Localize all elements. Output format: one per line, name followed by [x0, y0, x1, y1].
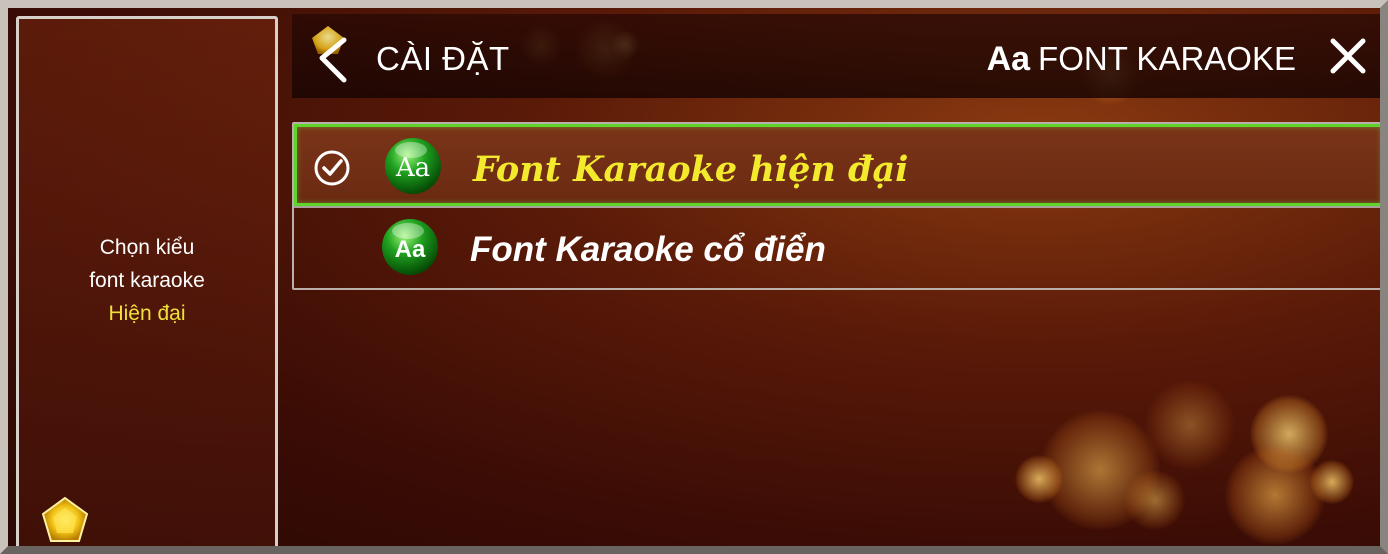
font-style-ball-icon: Aa: [382, 219, 438, 275]
bokeh-light: [1250, 395, 1328, 473]
bokeh-light: [1040, 410, 1160, 530]
font-option-list: Aa Font Karaoke hiện đại Aa Font Karaoke…: [292, 122, 1386, 290]
side-info-line2: font karaoke: [89, 269, 205, 292]
checkmark-circle-icon: [314, 150, 350, 186]
font-option-modern[interactable]: Aa Font Karaoke hiện đại: [294, 124, 1384, 206]
font-option-label: Font Karaoke hiện đại: [473, 149, 909, 190]
font-aa-icon: Aa: [986, 40, 1031, 78]
pentagon-gem-icon: [41, 496, 89, 542]
font-style-ball-icon: Aa: [385, 138, 441, 194]
header-bar: CÀI ĐẶT Aa FONT KARAOKE: [292, 14, 1386, 98]
side-info-line1: Chọn kiểu: [99, 236, 195, 259]
bokeh-light: [1310, 460, 1354, 504]
font-option-classic[interactable]: Aa Font Karaoke cổ điển: [294, 206, 1384, 288]
font-ball-text: Aa: [395, 236, 426, 263]
bokeh-light: [1225, 445, 1325, 545]
side-info-current-value: Hiện đại: [108, 302, 186, 325]
page-title: CÀI ĐẶT: [376, 40, 510, 77]
side-info-text: Chọn kiểu font karaoke Hiện đại: [19, 231, 275, 330]
section-title: Aa FONT KARAOKE: [987, 40, 1296, 79]
font-ball-text: Aa: [395, 153, 430, 183]
chevron-left-icon[interactable]: [304, 24, 368, 88]
bokeh-light: [1125, 470, 1185, 530]
section-title-text: FONT KARAOKE: [1038, 40, 1296, 77]
bokeh-light: [1015, 455, 1063, 503]
bokeh-light: [1145, 380, 1235, 470]
font-option-label: Font Karaoke cổ điển: [470, 230, 826, 269]
side-info-panel: Chọn kiểu font karaoke Hiện đại: [16, 16, 278, 549]
close-icon[interactable]: [1328, 36, 1368, 76]
